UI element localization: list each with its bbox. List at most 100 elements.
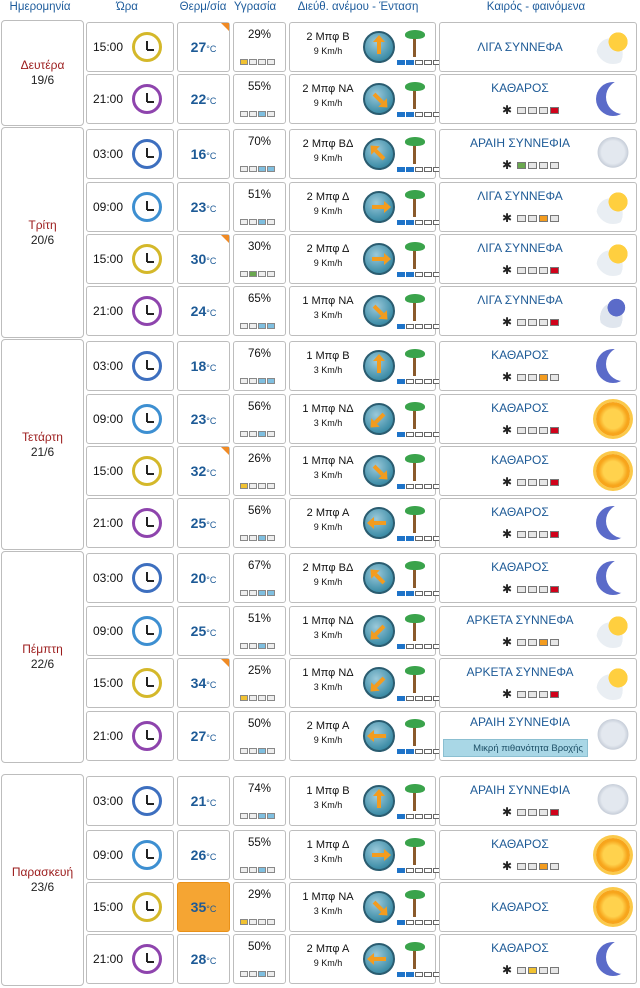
weather-cell: ΛΙΓΑ ΣΥΝΝΕΦΑ ✱: [439, 234, 637, 284]
wind-direction-force: 2 Μπφ Β: [306, 31, 350, 43]
humidity-bar-segment: [258, 643, 266, 649]
humidity-value: 74%: [247, 783, 272, 795]
wind-strength-bar: [397, 644, 441, 649]
temperature-number: 30: [190, 251, 207, 267]
clock-icon: [132, 508, 162, 538]
mosquito-icon: ✱: [502, 211, 513, 225]
mosquito-level-segment: [539, 373, 549, 381]
weather-description: ΑΡΚΕΤΑ ΣΥΝΝΕΦΑ: [466, 665, 574, 679]
time-cell: 15:00: [86, 234, 174, 284]
humidity-bar-segment: [267, 535, 275, 541]
header-weather: Καιρός - φαινόμενα: [486, 1, 586, 13]
wind-direction-force: 2 Μπφ Δ: [306, 191, 350, 203]
wind-strength-bar: [397, 379, 441, 384]
humidity-value: 56%: [247, 505, 272, 517]
wind-strength-bar: [397, 920, 441, 925]
mosquito-icon: ✱: [502, 963, 513, 977]
palm-leaves: [405, 402, 425, 411]
humidity-bar-segment: [258, 813, 266, 819]
mosquito-level-segment: [550, 106, 560, 114]
wind-strength-segment: [397, 272, 405, 277]
mosquito-icon: ✱: [502, 423, 513, 437]
mosquito-level-segment: [517, 966, 527, 974]
temperature-number: 21: [190, 793, 207, 809]
wind-label: 1 Μπφ ΝΔ 3 Km/h: [296, 402, 360, 430]
humidity-bar-segment: [258, 378, 266, 384]
weather-description: ΚΑΘΑΡΟΣ: [491, 81, 549, 95]
day-name: Πέμπτη: [22, 642, 63, 656]
clock-icon: [132, 563, 162, 593]
time-label: 21:00: [93, 304, 124, 318]
humidity-bar-segment: [258, 219, 266, 225]
temperature-number: 23: [190, 411, 207, 427]
time-cell: 09:00: [86, 606, 174, 656]
mosquito-icon: ✱: [502, 527, 513, 541]
wind-label: 1 Μπφ ΝΑ 3 Km/h: [296, 294, 360, 322]
wind-strength-segment: [424, 814, 432, 819]
weather-description: ΑΡΑΙΗ ΣΥΝΝΕΦΙΑ: [469, 136, 571, 150]
palm-tree-icon: [401, 29, 429, 59]
weather-description: ΚΑΘΑΡΟΣ: [491, 560, 549, 574]
humidity-value: 51%: [247, 613, 272, 625]
wind-strength-segment: [406, 324, 414, 329]
header-wind: Διεύθ. ανέμου - Ένταση: [297, 1, 419, 13]
palm-tree-icon: [401, 136, 429, 166]
header-temp: Θερμ/σία: [179, 1, 227, 13]
humidity-bar-segment: [240, 590, 248, 596]
temperature-value: 32°C: [178, 463, 229, 479]
wind-strength-segment: [424, 60, 432, 65]
wind-direction-force: 1 Μπφ ΝΔ: [302, 615, 354, 627]
mosquito-icon: ✱: [502, 315, 513, 329]
wind-strength-segment: [397, 536, 405, 541]
humidity-value: 65%: [247, 293, 272, 305]
weather-cell: ΛΙΓΑ ΣΥΝΝΕΦΑ ✱: [439, 286, 637, 336]
humidity-bar-segment: [258, 59, 266, 65]
temperature-cell: 34°C: [177, 658, 230, 708]
weather-description: ΑΡΑΙΗ ΣΥΝΝΕΦΙΑ: [469, 783, 571, 797]
mosquito-indicator: ✱: [502, 211, 560, 225]
wind-strength-segment: [424, 432, 432, 437]
time-label: 15:00: [93, 676, 124, 690]
wind-strength-segment: [415, 749, 423, 754]
palm-leaves: [405, 890, 425, 899]
table-header: Ημερομηνία Ώρα Θερμ/σία Υγρασία Διεύθ. α…: [0, 0, 640, 18]
wind-strength-segment: [415, 220, 423, 225]
heat-warning-icon: [221, 235, 229, 243]
wind-direction-icon: [363, 191, 395, 223]
palm-tree-icon: [401, 941, 429, 971]
clock-icon: [132, 404, 162, 434]
humidity-bar-segment: [240, 535, 248, 541]
wind-strength-bar: [397, 814, 441, 819]
mosquito-level-segment: [539, 530, 549, 538]
weather-cell: ΚΑΘΑΡΟΣ ✱: [439, 394, 637, 444]
wind-strength-segment: [424, 972, 432, 977]
mosquito-level-segment: [517, 585, 527, 593]
temperature-unit: °C: [206, 96, 217, 106]
wind-strength-bar: [397, 749, 441, 754]
mosquito-level-segment: [517, 214, 527, 222]
wind-speed: 3 Km/h: [313, 800, 343, 810]
humidity-bar: [240, 643, 275, 649]
humidity-cell: 50%: [233, 711, 286, 761]
time-cell: 15:00: [86, 658, 174, 708]
mosquito-level-segment: [550, 266, 560, 274]
palm-leaves: [405, 190, 425, 199]
wind-label: 1 Μπφ Β 3 Km/h: [296, 349, 360, 377]
weather-cell: ΑΡΑΙΗ ΣΥΝΝΕΦΙΑ Μικρή πιθανότητα Βροχής: [439, 711, 637, 761]
wind-label: 2 Μπφ Δ 9 Km/h: [296, 190, 360, 218]
wind-label: 2 Μπφ ΒΔ 9 Km/h: [296, 137, 360, 165]
wind-cell: 1 Μπφ ΝΔ 3 Km/h: [289, 658, 441, 708]
wind-strength-bar: [397, 536, 441, 541]
temperature-cell: 30°C: [177, 234, 230, 284]
wind-cell: 1 Μπφ ΝΑ 3 Km/h: [289, 286, 441, 336]
humidity-value: 29%: [247, 889, 272, 901]
clock-icon: [132, 296, 162, 326]
temperature-value: 21°C: [178, 793, 229, 809]
humidity-cell: 50%: [233, 934, 286, 984]
humidity-bar-segment: [249, 378, 257, 384]
header-time: Ώρα: [116, 1, 138, 13]
wind-cell: 1 Μπφ ΝΑ 3 Km/h: [289, 446, 441, 496]
humidity-bar-segment: [258, 271, 266, 277]
wind-strength-segment: [415, 432, 423, 437]
time-label: 21:00: [93, 92, 124, 106]
